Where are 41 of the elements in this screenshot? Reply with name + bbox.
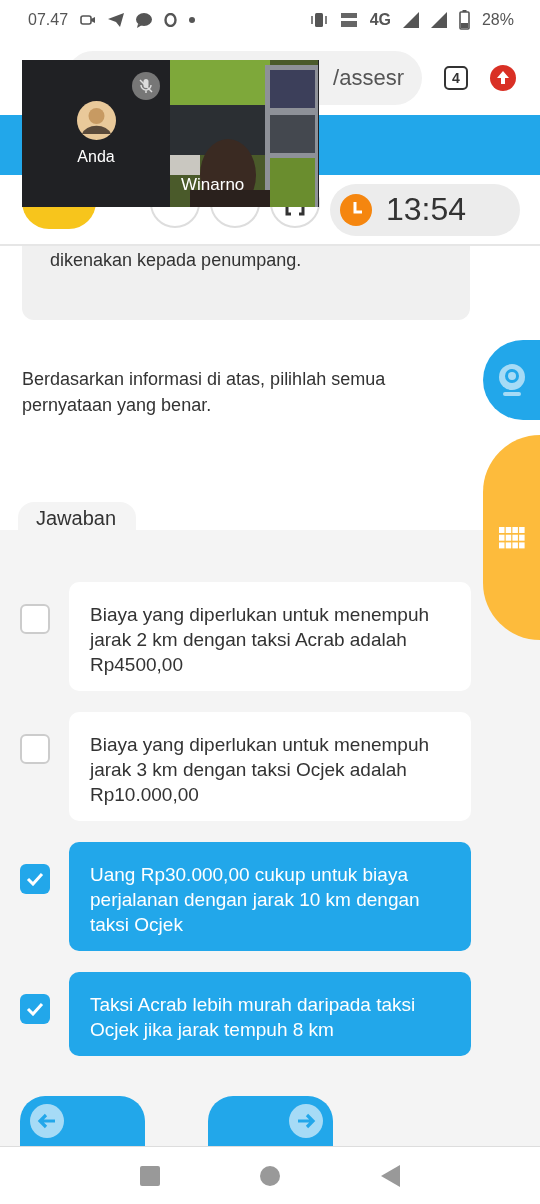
recents-icon[interactable] bbox=[140, 1165, 161, 1186]
timer-text: 13:54 bbox=[386, 191, 467, 228]
check-icon bbox=[26, 872, 44, 886]
participant-name: Anda bbox=[77, 148, 115, 166]
chat-bubble-icon bbox=[136, 12, 153, 28]
vibrate-icon bbox=[309, 13, 328, 27]
previous-button[interactable] bbox=[20, 1096, 145, 1146]
grid-icon bbox=[498, 527, 525, 549]
check-icon bbox=[26, 1002, 44, 1016]
signal-icon bbox=[430, 12, 447, 28]
home-icon[interactable] bbox=[260, 1165, 281, 1186]
ring-icon bbox=[164, 13, 178, 27]
webcam-tab[interactable] bbox=[483, 340, 540, 420]
network-type: 4G bbox=[369, 11, 391, 29]
checkbox[interactable] bbox=[20, 994, 50, 1024]
volte-icon bbox=[339, 12, 358, 28]
answer-option[interactable]: Biaya yang diperlukan untuk menempuh jarak 3 km dengan taksi Ocjek adalah Rp10.000,00 bbox=[69, 712, 471, 821]
checkbox[interactable] bbox=[20, 604, 50, 634]
arrow-right-icon bbox=[289, 1104, 323, 1138]
clock-icon bbox=[340, 193, 372, 226]
back-icon[interactable] bbox=[380, 1164, 400, 1187]
video-camera-icon bbox=[80, 14, 97, 26]
dot-icon bbox=[189, 17, 196, 23]
participant-name: Winarno bbox=[181, 175, 245, 195]
tab-count-button[interactable]: 4 bbox=[444, 65, 468, 90]
paper-plane-icon bbox=[108, 13, 125, 27]
fullscreen-icon bbox=[285, 205, 305, 216]
avatar bbox=[76, 101, 116, 140]
next-button[interactable] bbox=[208, 1096, 333, 1146]
webcam-icon bbox=[496, 363, 527, 397]
context-text: dikenakan kepada penumpang. bbox=[50, 250, 302, 270]
arrow-left-icon bbox=[30, 1104, 64, 1138]
checkbox[interactable] bbox=[20, 734, 50, 764]
status-time: 07.47 bbox=[28, 11, 69, 29]
battery-icon bbox=[458, 10, 470, 30]
checkbox[interactable] bbox=[20, 864, 50, 894]
question-prompt: Berdasarkan informasi di atas, pilihlah semua pernyataan yang benar. bbox=[22, 368, 387, 417]
answer-option[interactable]: Biaya yang diperlukan untuk menempuh jarak 2 km dengan taksi Acrab adalah Rp4500,00 bbox=[69, 582, 471, 691]
battery-percent: 28% bbox=[481, 11, 514, 29]
upload-icon[interactable] bbox=[490, 64, 516, 91]
signal-icon bbox=[402, 12, 419, 28]
